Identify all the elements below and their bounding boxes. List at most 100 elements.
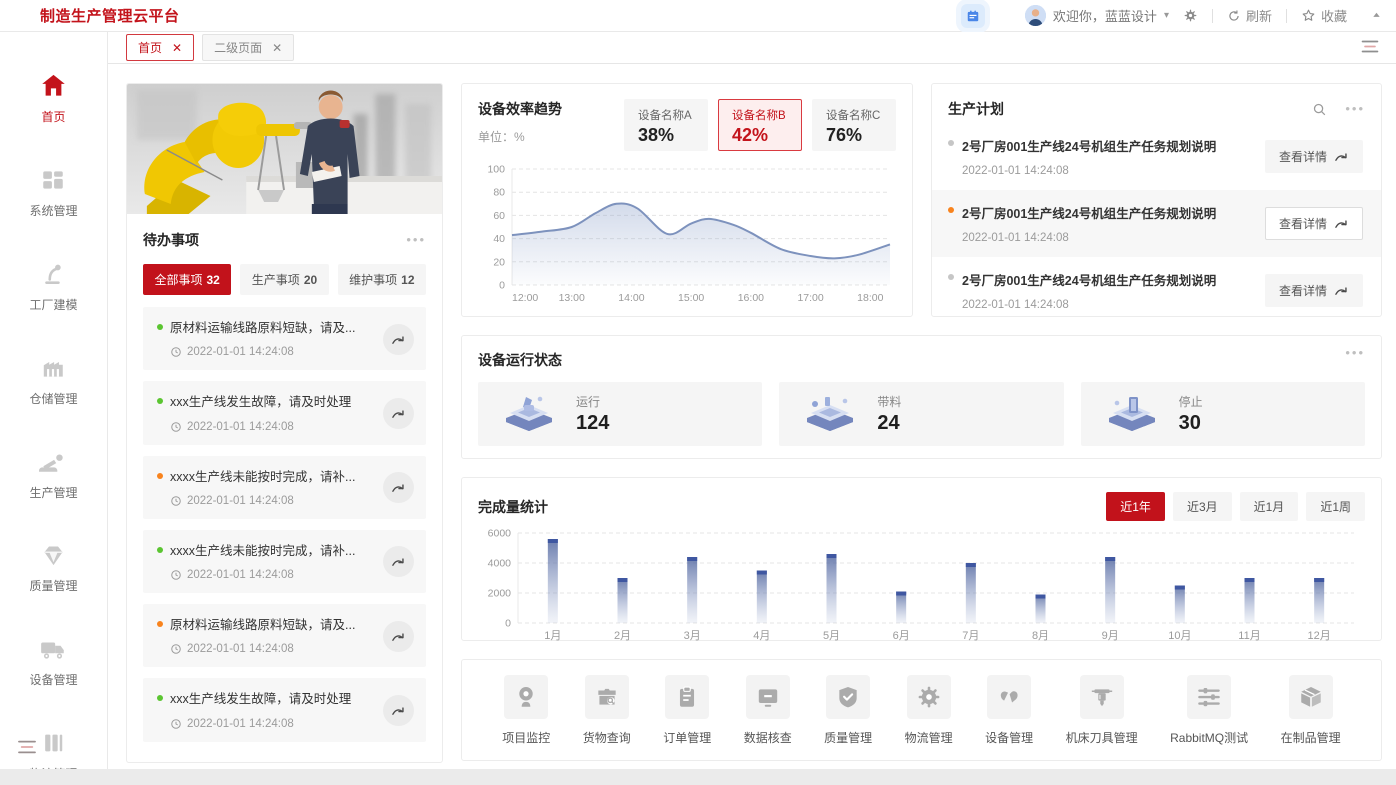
app-RabbitMQ测试[interactable]: RabbitMQ测试 [1170,674,1249,746]
sidebar-collapse-button[interactable] [16,739,38,755]
sidebar-item-首页[interactable]: 首页 [23,72,83,125]
todo-item-arrow-button[interactable] [383,472,414,504]
svg-text:14:00: 14:00 [618,292,644,304]
favorite-label: 收藏 [1320,9,1347,24]
device-stat-设备名称C[interactable]: 设备名称C 76% [812,99,896,151]
device-stat-设备名称B[interactable]: 设备名称B 42% [718,99,802,151]
tab-首页[interactable]: 首页 ✕ [126,34,195,61]
todo-filter-全部事项[interactable]: 全部事项 32 [143,264,232,295]
sidebar-item-质量管理[interactable]: 质量管理 [23,543,83,594]
app-物流管理[interactable]: 物流管理 [905,674,953,746]
svg-text:0: 0 [505,618,511,630]
plan-item-time: 2022-01-01 14:24:08 [962,232,1069,244]
range-button-近1年[interactable]: 近1年 [1106,492,1165,521]
plan-list-item: 2号厂房001生产线24号机组生产任务规划说明 2022-01-01 14:24:… [932,190,1381,257]
tab-label: 首页 [138,41,163,55]
close-icon[interactable]: ✕ [172,41,182,55]
divider [1285,8,1287,23]
refresh-button[interactable]: 刷新 [1227,6,1272,25]
todo-item-body: 原材料运输线路原料短缺，请及... 2022-01-01 14:24:08 [157,617,357,655]
eject-icon[interactable] [1371,10,1382,21]
app-window: 制造生产管理云平台 欢迎你，蓝蓝设计 ▾ 刷新 收藏 首页 系统管理 工厂建模 … [0,0,1396,781]
wings-icon [987,674,1032,719]
app-label: 机床刀具管理 [1065,730,1138,745]
user-menu[interactable]: 欢迎你，蓝蓝设计 ▾ [1024,5,1169,26]
todo-item-time: 2022-01-01 14:24:08 [187,346,294,359]
todo-item-title: 原材料运输线路原料短缺，请及... [170,321,356,335]
app-在制品管理[interactable]: 在制品管理 [1281,674,1341,746]
svg-text:17:00: 17:00 [797,292,823,304]
settings-button[interactable] [1183,8,1198,23]
cube-icon [1288,674,1333,719]
sidebar-item-工厂建模[interactable]: 工厂建模 [23,261,83,313]
home-icon [40,72,67,99]
svg-text:12:00: 12:00 [512,292,538,304]
arrow-right-icon [1334,217,1349,230]
close-icon[interactable]: ✕ [272,41,282,55]
svg-text:2000: 2000 [488,588,512,600]
view-detail-button[interactable]: 查看详情 [1264,274,1363,307]
plan-item-time: 2022-01-01 14:24:08 [962,299,1069,311]
app-设备管理[interactable]: 设备管理 [985,674,1033,746]
plan-list-item: 2号厂房001生产线24号机组生产任务规划说明 2022-01-01 14:24:… [932,257,1381,324]
diamond-icon [40,543,67,568]
more-icon[interactable]: ••• [1345,346,1365,370]
clock-icon [170,346,182,358]
view-detail-label: 查看详情 [1278,217,1327,231]
todo-filter-生产事项[interactable]: 生产事项 20 [240,264,329,295]
calendar-button[interactable] [960,3,985,28]
sidebar-item-生产管理[interactable]: 生产管理 [23,449,83,501]
todo-item-arrow-button[interactable] [383,546,414,578]
sidebar-item-系统管理[interactable]: 系统管理 [23,167,83,219]
filter-count: 12 [401,273,415,287]
range-button-近3月[interactable]: 近3月 [1172,492,1232,521]
svg-text:3月: 3月 [684,630,701,642]
more-icon[interactable]: ••• [406,233,426,246]
svg-text:80: 80 [493,187,505,199]
todo-item-arrow-button[interactable] [383,397,414,429]
efficiency-title: 设备效率趋势 [478,101,562,117]
device-value: 76% [826,125,863,145]
tab-二级页面[interactable]: 二级页面 ✕ [202,34,295,61]
quick-apps-card: 项目监控 货物查询 订单管理 数据核查 质量管理 物流管理 设备管理 机床刀具管理 Rabbit… [461,659,1382,761]
more-icon[interactable]: ••• [1345,102,1365,115]
app-项目监控[interactable]: 项目监控 [502,674,550,746]
range-button-近1周[interactable]: 近1周 [1306,492,1365,521]
search-icon[interactable] [1312,102,1327,117]
efficiency-line-chart: 0 20 40 60 80 100 12:00 13:00 14:00 15:00 16:00 17:… [478,161,896,309]
todo-list: 原材料运输线路原料短缺，请及... 2022-01-01 14:24:08 xxx生… [127,307,442,762]
refresh-icon [1227,9,1241,23]
todo-item-arrow-button[interactable] [383,694,414,726]
sidebar-item-仓储管理[interactable]: 仓储管理 [23,355,83,407]
todo-item-arrow-button[interactable] [383,620,414,652]
view-detail-button[interactable]: 查看详情 [1264,207,1363,240]
app-label: 货物查询 [582,730,631,745]
range-button-近1月[interactable]: 近1月 [1239,492,1299,521]
status-dot [157,472,163,479]
todo-card: 待办事项 ••• 全部事项 32 生产事项 20 维护事项 12 原材料运输线路原料短缺，… [126,83,443,763]
app-label: 质量管理 [824,730,873,745]
svg-text:12月: 12月 [1308,630,1331,642]
plan-item-time: 2022-01-01 14:24:08 [962,165,1069,177]
tab-menu-icon[interactable] [1360,39,1380,54]
app-数据核查[interactable]: 数据核查 [743,674,792,746]
device-stat-设备名称A[interactable]: 设备名称A 38% [624,99,708,151]
completion-bar-chart: 0 2000 4000 6000 1月 2月 3月 4月 5月 6月 7月 8月 9月 10月 11月 12月 [478,525,1365,647]
app-订单管理[interactable]: 订单管理 [663,674,711,746]
app-label: 数据核查 [743,730,792,745]
status-box-停止: 停止 30 [1080,382,1365,446]
todo-item-arrow-button[interactable] [383,323,414,355]
plan-item-body: 2号厂房001生产线24号机组生产任务规划说明 2022-01-01 14:24:… [948,136,1216,177]
app-label: RabbitMQ测试 [1170,730,1249,745]
favorite-button[interactable]: 收藏 [1301,6,1347,25]
sidebar-item-设备管理[interactable]: 设备管理 [23,636,83,688]
app-质量管理[interactable]: 质量管理 [824,674,873,746]
todo-filter-维护事项[interactable]: 维护事项 12 [337,264,426,295]
status-label: 带料 [877,395,902,409]
view-detail-button[interactable]: 查看详情 [1264,140,1363,173]
app-货物查询[interactable]: 货物查询 [582,674,631,746]
todo-item-body: xxxx生产线未能按时完成，请补... 2022-01-01 14:24:08 [157,469,357,507]
svg-text:18:00: 18:00 [857,292,883,304]
app-机床刀具管理[interactable]: 机床刀具管理 [1065,674,1138,746]
status-card: 设备运行状态 ••• 运行 124 带料 24 停止 30 [461,335,1382,459]
